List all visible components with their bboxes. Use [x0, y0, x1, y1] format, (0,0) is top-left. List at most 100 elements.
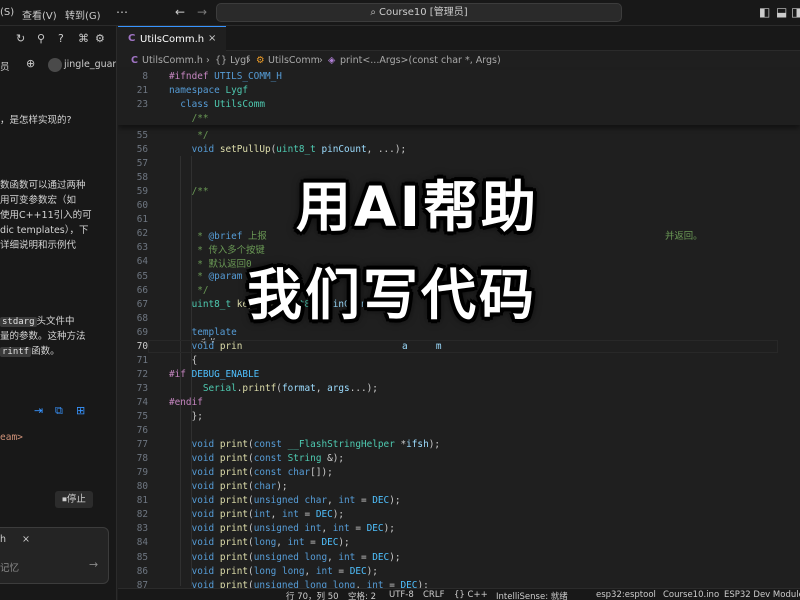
code-line[interactable]: uint8_t keyScan(uint8_t pinCount, ...); — [169, 299, 412, 310]
toggle-sidebar-icon[interactable]: ◧ — [759, 5, 770, 19]
context-file-chip[interactable]: h — [0, 534, 6, 545]
code-line[interactable]: * 传入多个按键 — [169, 242, 265, 256]
chat-tab-member[interactable]: 员 — [0, 59, 10, 73]
line-number: 67 — [136, 298, 148, 310]
line-number: 65 — [136, 270, 148, 282]
help-icon[interactable]: ? — [58, 32, 64, 45]
history-icon[interactable]: ↻ — [16, 32, 25, 45]
close-icon[interactable]: × — [22, 534, 30, 545]
code-line[interactable]: void print(const __FlashStringHelper *if… — [169, 439, 440, 450]
inline-code: rintf — [0, 347, 32, 357]
answer-line: 使用C++11引入的可 — [0, 210, 92, 221]
line-number: 74 — [136, 396, 148, 408]
code-line[interactable]: void print(char); — [169, 481, 288, 492]
send-icon[interactable]: → — [89, 558, 98, 571]
code-line[interactable]: Serial.printf(format, args...); — [169, 383, 378, 394]
nav-forward-icon[interactable]: → — [197, 5, 207, 19]
line-number: 21 — [136, 85, 148, 97]
code-line[interactable]: void print(int, int = DEC); — [169, 509, 344, 520]
code-line[interactable]: #if DEBUG_ENABLE — [169, 369, 259, 380]
chat-input-placeholder[interactable]: 记忆 — [0, 560, 19, 574]
extensions-icon[interactable]: ⌘ — [78, 32, 89, 45]
code-line[interactable]: { — [169, 355, 198, 366]
code-line[interactable]: void print(unsigned long long, int = DEC… — [169, 580, 429, 588]
line-number: 82 — [136, 509, 148, 521]
code-line[interactable]: void print(const String &); — [169, 453, 344, 464]
line-number: 81 — [136, 495, 148, 507]
line-number: 85 — [136, 551, 148, 563]
code-line[interactable]: #ifndef UTILS_COMM_H — [169, 71, 282, 82]
line-number: 73 — [136, 382, 148, 394]
line-number: 57 — [136, 158, 148, 170]
code-line[interactable]: void print(long, int = DEC); — [169, 537, 350, 548]
code-line[interactable]: class UtilsComm — [169, 99, 265, 110]
more-icon[interactable]: ⋯ — [116, 5, 128, 19]
line-number: 78 — [136, 453, 148, 465]
code-line[interactable]: */ — [169, 130, 208, 141]
code-line[interactable]: * @brief 上报 并返回。 — [169, 228, 702, 242]
status-eol[interactable]: CRLF — [423, 590, 444, 600]
code-line[interactable]: */ — [169, 285, 208, 296]
stop-button[interactable]: ⏹停止 — [55, 491, 93, 508]
add-chat-icon[interactable]: ⊕ — [26, 57, 35, 70]
answer-line: 量的参数。这种方法 — [0, 331, 86, 342]
status-indent[interactable]: 空格: 2 — [348, 590, 376, 600]
status-sketch[interactable]: Course10.ino — [663, 590, 719, 600]
code-line[interactable]: void print(long long, int = DEC); — [169, 566, 378, 577]
answer-line: dic templates），下 — [0, 225, 89, 236]
code-line[interactable]: #endif — [169, 397, 203, 408]
user-question: ，是怎样实现的? — [0, 115, 72, 126]
menu-view[interactable]: 查看(V) — [22, 7, 57, 22]
insert-code-icon[interactable]: ⇥ — [34, 404, 43, 417]
answer-line: 用可变参数宏（如 — [0, 195, 77, 206]
line-number: 63 — [136, 242, 148, 254]
status-intellisense[interactable]: IntelliSense: 就绪 — [496, 590, 568, 600]
status-upload-tool[interactable]: esp32:esptool — [596, 590, 656, 600]
line-number: 58 — [136, 172, 148, 184]
code-editor[interactable]: 55 */ 56 void setPullUp(uint8_t pinCount,… — [118, 26, 800, 588]
nav-back-icon[interactable]: ← — [175, 5, 185, 19]
code-line[interactable]: /** — [169, 113, 209, 124]
line-number: 72 — [136, 368, 148, 380]
chat-tab-user[interactable]: jingle_guan... — [64, 59, 116, 70]
menu-go[interactable]: 转到(G) — [65, 7, 101, 22]
toggle-secondary-sidebar-icon[interactable]: ◨ — [791, 5, 800, 19]
line-number: 76 — [136, 425, 148, 437]
feedback-icon[interactable]: ⚲ — [37, 32, 45, 45]
command-center-search[interactable]: ⌕ Course10 [管理员] — [216, 3, 622, 22]
code-line[interactable]: /** — [169, 186, 209, 197]
chat-input-box[interactable]: h × 记忆 → — [0, 527, 109, 584]
inline-code: stdarg — [0, 317, 37, 327]
line-number: 59 — [136, 186, 148, 198]
code-line[interactable]: void print(unsigned int, int = DEC); — [169, 523, 395, 534]
copy-icon[interactable]: ⧉ — [55, 404, 63, 418]
toggle-panel-icon[interactable]: ⬓ — [776, 5, 787, 19]
code-line[interactable]: void prin a m — [169, 341, 442, 352]
chat-panel: ↻ ⚲ ? ⌘ ⚙ 员 ⊕ jingle_guan... ，是怎样实现的? 数函… — [0, 26, 117, 600]
line-number: 71 — [136, 354, 148, 366]
code-line[interactable]: * @param pin — [169, 271, 265, 282]
new-file-icon[interactable]: ⊞ — [76, 404, 85, 417]
line-number: 75 — [136, 411, 148, 422]
status-language[interactable]: {} C++ — [454, 590, 488, 600]
code-line[interactable]: void print(unsigned long, int = DEC); — [169, 552, 401, 563]
status-board[interactable]: ESP32 Dev Module — [724, 590, 800, 600]
code-line[interactable]: void print(const char[]); — [169, 467, 333, 478]
code-line[interactable]: * 默认返回0 — [169, 256, 251, 270]
status-encoding[interactable]: UTF-8 — [389, 590, 414, 600]
avatar — [48, 58, 62, 72]
line-number: 60 — [136, 200, 148, 212]
line-number: 69 — [136, 326, 148, 338]
answer-line: 函数。 — [31, 346, 60, 357]
menu-selection[interactable]: (S) — [0, 7, 14, 18]
line-number: 84 — [136, 537, 148, 549]
line-number: 66 — [136, 284, 148, 296]
status-cursor-position[interactable]: 行 70，列 50 — [286, 590, 339, 600]
gear-icon[interactable]: ⚙ — [95, 32, 105, 45]
line-number: 68 — [136, 312, 148, 324]
code-line[interactable]: void setPullUp(uint8_t pinCount, ...); — [169, 144, 407, 155]
code-line[interactable]: void print(unsigned char, int = DEC); — [169, 495, 401, 506]
code-line[interactable]: namespace Lygf — [169, 85, 248, 96]
line-number: 80 — [136, 481, 148, 493]
code-line[interactable]: }; — [169, 411, 203, 422]
